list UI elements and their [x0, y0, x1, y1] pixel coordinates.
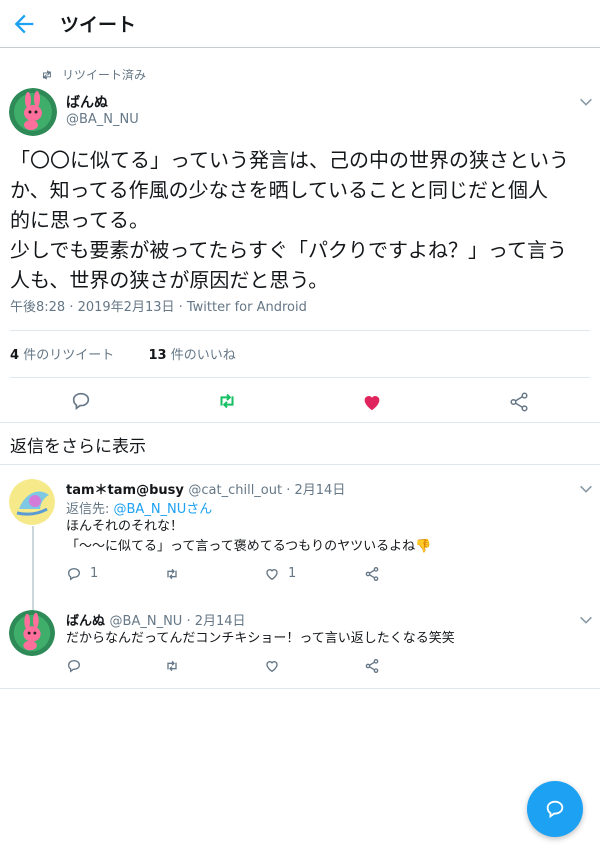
retweeted-indicator: リツイート済み — [40, 66, 146, 83]
divider — [0, 688, 600, 689]
retweeted-label: リツイート済み — [62, 68, 147, 82]
heart-icon[interactable] — [361, 391, 383, 413]
reply-text: だからなんだってんだコンチキショー！って言い返したくなる笑笑 — [66, 631, 455, 646]
retweet-icon[interactable] — [216, 390, 238, 412]
tweet-text: 「〇〇に似てる」っていう発言は、己の中の世界の狭さという か、知ってる作風の少な… — [10, 148, 569, 292]
chevron-down-icon[interactable] — [578, 612, 594, 628]
page-title: ツイート — [60, 14, 137, 36]
top-bar: ツイート — [0, 0, 600, 48]
like-stat[interactable]: 13 件のいいね — [148, 348, 235, 363]
thread-line — [32, 526, 34, 612]
avatar[interactable] — [9, 88, 57, 136]
share-icon[interactable] — [364, 566, 380, 582]
reply-author-name[interactable]: ばんぬ @BA_N_NU · 2月14日 — [66, 610, 246, 629]
share-icon[interactable] — [364, 658, 380, 674]
chat-bubble-icon — [546, 800, 564, 819]
show-more-replies-link[interactable]: 返信をさらに表示 — [10, 432, 146, 457]
author-handle[interactable]: @BA_N_NU — [66, 112, 139, 127]
heart-icon[interactable] — [264, 658, 280, 674]
author-name[interactable]: ばんぬ — [66, 92, 108, 112]
retweet-stat[interactable]: 4 件のリツイート — [10, 348, 114, 363]
like-count: 1 — [288, 566, 297, 581]
reply-icon[interactable] — [66, 658, 82, 674]
reply-icon[interactable] — [66, 566, 82, 582]
reply-to-line: 返信先: @BA_N_NUさん — [66, 502, 213, 517]
divider — [0, 422, 600, 423]
chevron-down-icon[interactable] — [578, 94, 594, 110]
heart-icon[interactable] — [264, 566, 280, 582]
avatar[interactable] — [9, 479, 55, 525]
retweet-icon — [42, 69, 51, 80]
chevron-down-icon[interactable] — [578, 481, 594, 497]
reply-icon[interactable] — [70, 390, 92, 412]
tweet-stats: 4 件のリツイート 13 件のいいね — [10, 344, 236, 363]
back-arrow-icon[interactable] — [10, 10, 38, 38]
compose-reply-button[interactable] — [527, 781, 583, 837]
divider — [0, 464, 600, 465]
tweet-actions — [0, 388, 600, 416]
reply-author-name[interactable]: tam＊tam@busy @cat_chill_out · 2月14日 — [66, 479, 345, 498]
divider — [10, 330, 590, 331]
reply-to-link[interactable]: @BA_N_NUさん — [114, 502, 213, 517]
avatar[interactable] — [9, 610, 55, 656]
reply-text: ほんそれのそれな！ 「〜〜に似てる」って言って褒めてるつもりのヤツいるよね👎 — [66, 519, 432, 554]
retweet-icon[interactable] — [164, 566, 180, 582]
divider — [10, 377, 590, 378]
share-icon[interactable] — [508, 391, 530, 413]
tweet-meta: 午後8:28 · 2019年2月13日 · Twitter for Androi… — [10, 300, 307, 315]
reply-count: 1 — [90, 566, 99, 581]
retweet-icon[interactable] — [164, 658, 180, 674]
